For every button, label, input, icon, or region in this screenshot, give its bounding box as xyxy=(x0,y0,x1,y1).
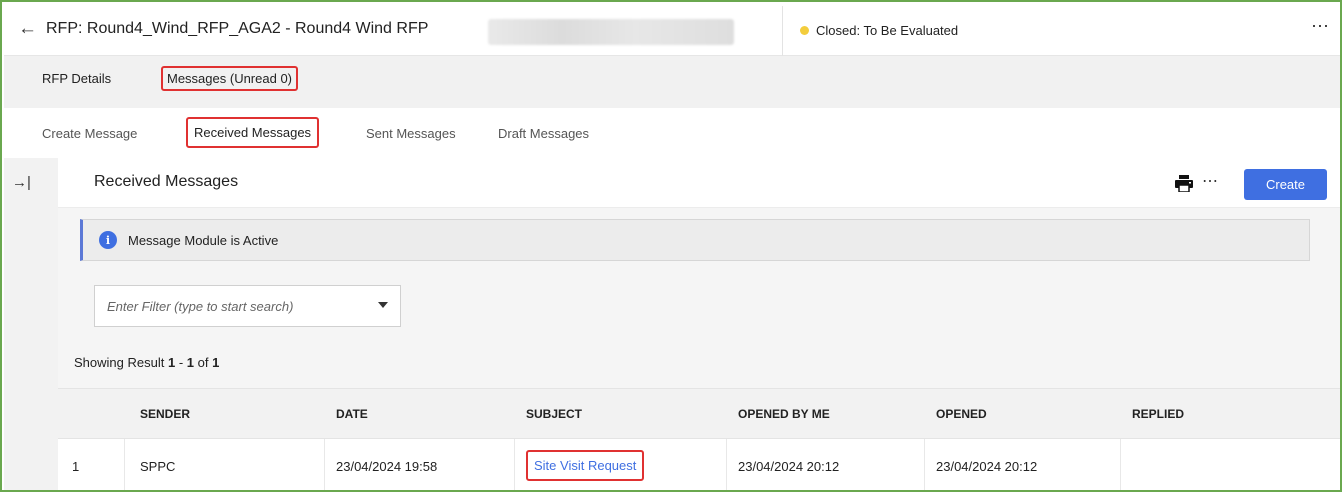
chevron-down-icon[interactable] xyxy=(378,302,388,308)
table-header: SENDER DATE SUBJECT OPENED BY ME OPENED … xyxy=(58,388,1340,438)
status-text: Closed: To Be Evaluated xyxy=(816,23,959,38)
panel-more-icon[interactable]: ⋯ xyxy=(1202,171,1219,191)
status-dot-icon xyxy=(800,26,809,35)
more-options-icon[interactable]: ⋯ xyxy=(1311,16,1330,37)
tab-rfp-details[interactable]: RFP Details xyxy=(42,71,111,86)
results-from: 1 xyxy=(167,355,176,370)
results-prefix: Showing Result xyxy=(74,355,165,370)
tab-create-message[interactable]: Create Message xyxy=(42,126,137,141)
info-banner: i Message Module is Active xyxy=(80,219,1310,261)
row-opened-by-me: 23/04/2024 20:12 xyxy=(738,459,840,474)
info-text: Message Module is Active xyxy=(128,232,279,248)
content-area: →| Received Messages ⋯ Create i Message … xyxy=(4,158,1340,490)
main-tabs: RFP Details Messages (Unread 0) xyxy=(4,56,1340,108)
column-divider xyxy=(324,439,325,490)
app-frame: ← RFP: Round4_Wind_RFP_AGA2 - Round4 Win… xyxy=(0,0,1342,492)
column-divider xyxy=(726,439,727,490)
received-messages-panel: Received Messages ⋯ Create i Message Mod… xyxy=(58,158,1340,490)
results-of: of xyxy=(197,355,209,370)
page-title: RFP: Round4_Wind_RFP_AGA2 - Round4 Wind … xyxy=(46,20,429,37)
row-date: 23/04/2024 19:58 xyxy=(336,459,438,474)
row-opened: 23/04/2024 20:12 xyxy=(936,459,1038,474)
filter-input[interactable] xyxy=(95,286,365,326)
row-sender: SPPC xyxy=(140,459,176,474)
filter-dropdown[interactable] xyxy=(94,285,401,327)
expand-sidebar-icon[interactable]: →| xyxy=(12,174,31,191)
results-to: 1 xyxy=(186,355,195,370)
results-total: 1 xyxy=(212,355,220,370)
create-button[interactable]: Create xyxy=(1244,169,1327,200)
header-divider xyxy=(782,6,783,56)
column-header-opened[interactable]: OPENED xyxy=(936,407,987,421)
panel-title: Received Messages xyxy=(94,173,239,190)
tab-messages[interactable]: Messages (Unread 0) xyxy=(161,66,298,91)
column-header-subject[interactable]: SUBJECT xyxy=(526,407,582,421)
table-row[interactable]: 1 SPPC 23/04/2024 19:58 Site Visit Reque… xyxy=(58,438,1340,490)
tab-sent-messages[interactable]: Sent Messages xyxy=(366,126,456,141)
row-index: 1 xyxy=(72,459,80,474)
row-subject-link[interactable]: Site Visit Request xyxy=(526,450,645,481)
tab-received-messages[interactable]: Received Messages xyxy=(186,117,320,148)
status-badge: Closed: To Be Evaluated xyxy=(800,23,958,38)
column-divider xyxy=(1120,439,1121,490)
back-arrow-icon[interactable]: ← xyxy=(18,18,37,40)
tab-draft-messages[interactable]: Draft Messages xyxy=(498,126,589,141)
page-header: ← RFP: Round4_Wind_RFP_AGA2 - Round4 Win… xyxy=(4,4,1340,56)
column-header-date[interactable]: DATE xyxy=(336,407,368,421)
results-count: Showing Result 1 - 1 of 1 xyxy=(74,355,219,370)
message-sub-tabs: Create Message Received Messages Sent Me… xyxy=(4,108,1340,158)
column-header-sender[interactable]: SENDER xyxy=(140,407,190,421)
info-icon: i xyxy=(99,231,117,249)
print-icon[interactable] xyxy=(1175,175,1193,192)
results-dash: - xyxy=(178,355,184,370)
column-header-replied[interactable]: REPLIED xyxy=(1132,407,1184,421)
column-divider xyxy=(924,439,925,490)
column-divider xyxy=(124,439,125,490)
column-divider xyxy=(514,439,515,490)
column-header-opened-by-me[interactable]: OPENED BY ME xyxy=(738,407,830,421)
redacted-text xyxy=(488,19,734,45)
panel-header: Received Messages ⋯ Create xyxy=(58,158,1340,208)
